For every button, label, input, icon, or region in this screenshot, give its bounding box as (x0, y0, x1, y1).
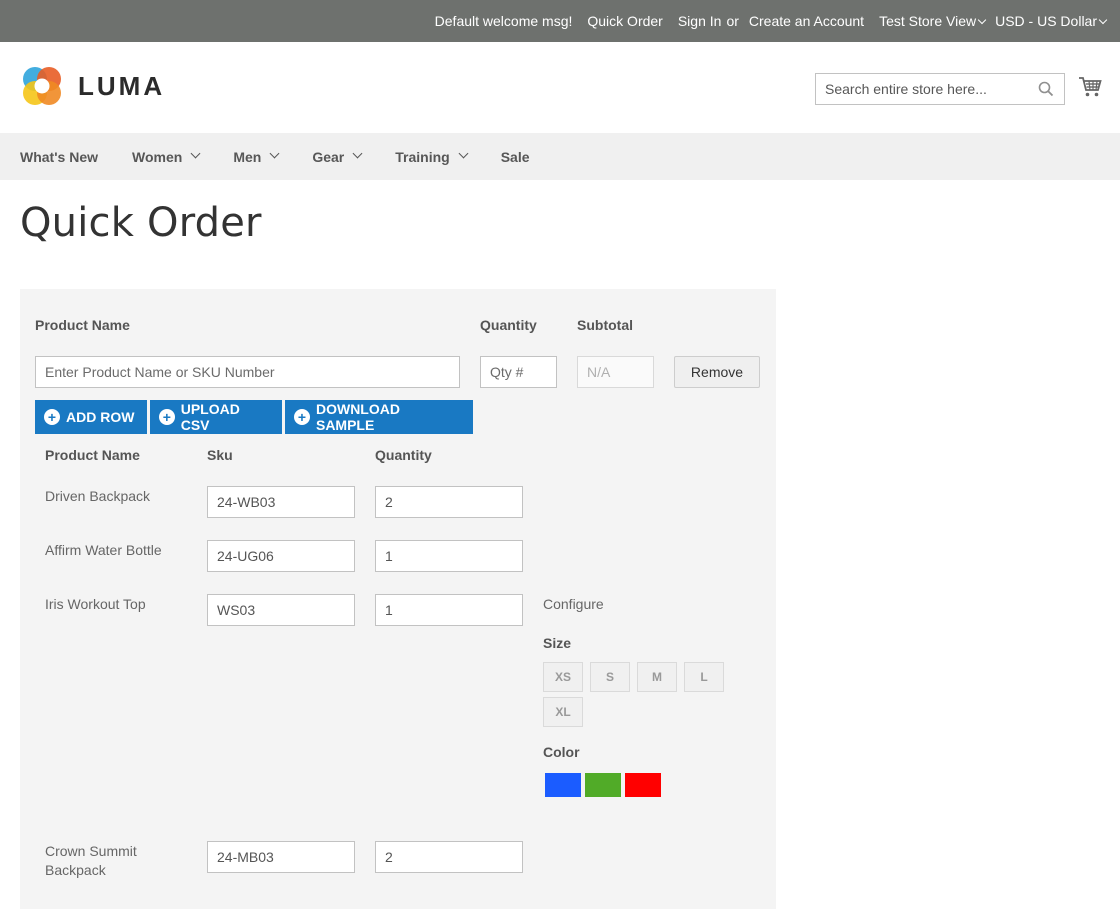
quantity-input[interactable] (375, 594, 523, 626)
color-swatch-red[interactable] (625, 773, 661, 797)
upload-csv-label: UPLOAD CSV (180, 401, 240, 433)
product-name-input[interactable] (35, 356, 460, 388)
nav-label: Training (395, 148, 450, 165)
size-label: Size (543, 635, 572, 651)
product-name: Affirm Water Bottle (45, 542, 162, 558)
chevron-down-icon (269, 148, 280, 159)
main-navigation: What's New Women Men Gear Training Sale (0, 133, 1120, 180)
search-input[interactable] (816, 74, 1026, 104)
plus-icon: + (44, 409, 60, 425)
list-sku-header: Sku (207, 447, 233, 463)
sign-in-link[interactable]: Sign In (678, 13, 722, 29)
nav-item-women[interactable]: Women (132, 148, 201, 165)
quantity-input[interactable] (375, 486, 523, 518)
or-text: or (726, 13, 739, 29)
quantity-header: Quantity (480, 317, 537, 333)
chevron-down-icon (1098, 15, 1108, 25)
plus-icon: + (159, 409, 175, 425)
nav-item-men[interactable]: Men (233, 148, 280, 165)
color-swatch-blue[interactable] (545, 773, 581, 797)
nav-label: Sale (500, 148, 530, 165)
nav-item-sale[interactable]: Sale (501, 149, 530, 165)
quantity-input[interactable] (375, 540, 523, 572)
cart-icon[interactable] (1078, 76, 1102, 103)
nav-label: Gear (312, 148, 345, 165)
product-name: Crown Summit Backpack (45, 843, 137, 878)
sku-input[interactable] (207, 841, 355, 873)
chevron-down-icon (352, 148, 363, 159)
color-label: Color (543, 744, 580, 760)
size-swatch-m[interactable]: M (637, 662, 677, 692)
sku-input[interactable] (207, 486, 355, 518)
configure-label: Configure (543, 596, 604, 612)
qty-input[interactable] (480, 356, 557, 388)
list-product-name-header: Product Name (45, 447, 140, 463)
create-account-link[interactable]: Create an Account (749, 13, 864, 29)
quick-order-panel: Product Name Quantity Subtotal Remove + A… (20, 289, 776, 909)
header-links: Default welcome msg! Quick Order Sign In… (434, 0, 1108, 42)
download-sample-label: DOWNLOAD SAMPLE (315, 401, 400, 433)
welcome-message: Default welcome msg! (434, 13, 573, 29)
product-name: Driven Backpack (45, 488, 151, 504)
product-name-header: Product Name (35, 317, 130, 333)
luma-logo-icon (23, 67, 61, 105)
quick-order-link[interactable]: Quick Order (587, 13, 662, 29)
logo-text: LUMA (78, 70, 166, 101)
page-title: Quick Order (20, 200, 262, 246)
sku-input[interactable] (207, 594, 355, 626)
size-swatch-s[interactable]: S (590, 662, 630, 692)
remove-button[interactable]: Remove (674, 356, 760, 388)
color-swatch-green[interactable] (585, 773, 621, 797)
nav-item-training[interactable]: Training (395, 148, 469, 165)
list-quantity-header: Quantity (375, 447, 432, 463)
chevron-down-icon (977, 15, 987, 25)
quantity-input[interactable] (375, 841, 523, 873)
subtotal-header: Subtotal (577, 317, 633, 333)
search-box (815, 73, 1065, 105)
add-row-button[interactable]: + ADD ROW (35, 400, 147, 434)
nav-label: What's New (20, 148, 99, 165)
size-swatch-xl[interactable]: XL (543, 697, 583, 727)
plus-icon: + (294, 409, 310, 425)
size-swatch-xs[interactable]: XS (543, 662, 583, 692)
size-swatch-l[interactable]: L (684, 662, 724, 692)
upload-csv-button[interactable]: + UPLOAD CSV (150, 400, 282, 434)
sku-input[interactable] (207, 540, 355, 572)
nav-item-whats-new[interactable]: What's New (20, 149, 98, 165)
nav-label: Men (233, 148, 262, 165)
currency-label: USD - US Dollar (995, 13, 1097, 29)
search-icon[interactable] (1038, 81, 1054, 102)
nav-item-gear[interactable]: Gear (312, 148, 363, 165)
logo[interactable]: LUMA (20, 64, 165, 108)
chevron-down-icon (190, 148, 201, 159)
top-bar: Default welcome msg! Quick Order Sign In… (0, 0, 1120, 42)
product-name: Iris Workout Top (45, 596, 146, 612)
currency-switcher[interactable]: USD - US Dollar (995, 13, 1108, 29)
chevron-down-icon (458, 148, 469, 159)
add-row-label: ADD ROW (66, 409, 135, 425)
store-view-label: Test Store View (879, 13, 977, 29)
store-view-switcher[interactable]: Test Store View (879, 13, 987, 29)
download-sample-button[interactable]: + DOWNLOAD SAMPLE (285, 400, 473, 434)
nav-label: Women (132, 148, 183, 165)
subtotal-field (577, 356, 654, 388)
